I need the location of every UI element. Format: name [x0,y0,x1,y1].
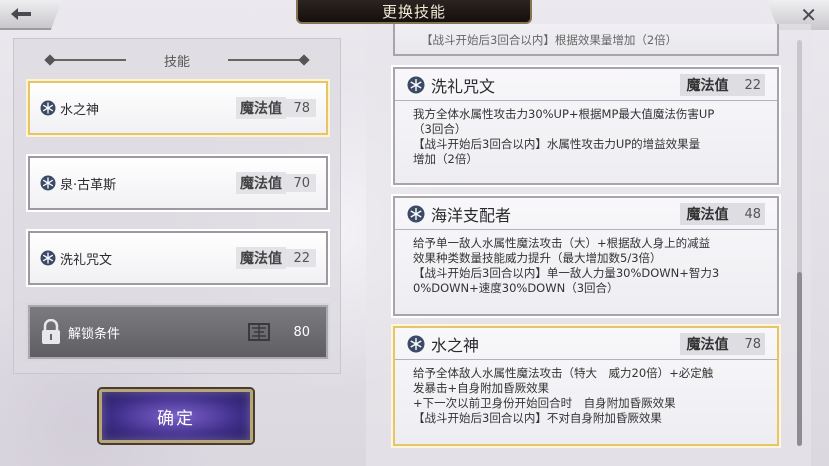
card-header: 水之神 魔法值 78 [395,328,777,360]
card-title: 水之神 [431,335,480,355]
card-mp: 魔法值 78 [680,332,765,355]
snowflake-icon [40,100,56,116]
mp-value: 22 [744,77,761,93]
lock-icon [42,319,60,344]
skill-slot-2[interactable]: 泉·古革斯 魔法值 70 [26,154,330,212]
locked-skill-slot[interactable]: 解锁条件 80 [26,303,330,361]
desc-line: 效果种类数量技能威力提升（最大增加数5/3倍） [413,251,662,265]
card-mp: 魔法值 48 [680,202,765,225]
snowflake-icon [40,175,56,191]
card-description: 给予全体敌人水属性魔法攻击（特大 威力20倍）+必定触 发暴击+自身附加昏厥效果… [395,360,777,432]
scroll-thumb[interactable] [797,272,802,446]
mp-label: 魔法值 [236,247,286,269]
card-mp: 魔法值 22 [680,73,765,96]
desc-line: 给予全体敌人水属性魔法攻击（特大 威力20倍）+必定触 [413,366,714,380]
desc-line: 【战斗开始后3回合以内】单一敌人力量30%DOWN+智力3 [413,266,720,280]
mp-label: 魔法值 [236,97,286,119]
desc-line: 增加（2倍） [413,152,478,166]
desc-line: 发暴击+自身附加昏厥效果 [413,381,550,395]
mp-value: 70 [286,174,316,192]
partial-card-text: 【战斗开始后3回合以内】根据效果量增加（2倍） [393,24,779,56]
mp-value: 22 [286,249,316,267]
skill-card-1[interactable]: 洗礼咒文 魔法值 22 我方全体水属性攻击力30%UP+根据MP最大值魔法伤害UP… [391,65,781,187]
desc-line: 【战斗开始后3回合以内】水属性攻击力UP的增益效果量 [413,137,701,151]
header-title: 更换技能 [296,0,532,24]
desc-line: 给予单一敌人水属性魔法攻击（大）+根据敌人身上的减益 [413,236,711,250]
title-decoration [228,59,304,61]
mp-value: 78 [744,336,761,352]
skill-detail-list[interactable]: 【战斗开始后3回合以内】根据效果量增加（2倍） 洗礼咒文 魔法值 22 我方全体水… [366,24,811,466]
skill-name: 泉·古革斯 [60,177,117,193]
snowflake-icon [407,76,425,94]
unlock-value: 80 [293,325,310,340]
skill-panel: 技能 水之神 魔法值 78 泉·古革斯 魔法值 70 洗礼咒文 魔法值 22 解… [13,38,341,374]
desc-line: 我方全体水属性攻击力30%UP+根据MP最大值魔法伤害UP [413,107,715,121]
back-arrow-icon [11,8,31,20]
snowflake-icon [40,250,56,266]
card-header: 洗礼咒文 魔法值 22 [395,69,777,101]
snowflake-icon [407,335,425,353]
scrollbar[interactable] [797,40,802,446]
skill-card-2[interactable]: 海洋支配者 魔法值 48 给予单一敌人水属性魔法攻击（大）+根据敌人身上的减益 效… [391,194,781,318]
skill-slot-3[interactable]: 洗礼咒文 魔法值 22 [26,229,330,287]
mp-value: 48 [744,206,761,222]
card-description: 我方全体水属性攻击力30%UP+根据MP最大值魔法伤害UP （3回合） 【战斗开… [395,101,777,173]
mp-label: 魔法值 [686,77,729,94]
mp-label: 魔法值 [686,206,729,223]
desc-line: 【战斗开始后3回合以内】不对自身附加昏厥效果 [413,411,662,425]
card-title: 洗礼咒文 [431,76,496,96]
desc-line: +下一次以前卫身份开始回合时 自身附加昏厥效果 [413,396,676,410]
mp-label: 魔法值 [236,172,286,194]
desc-line: （3回合） [413,122,467,136]
unlock-condition-label: 解锁条件 [68,326,121,342]
card-header: 海洋支配者 魔法值 48 [395,198,777,230]
mp-label: 魔法值 [686,336,729,353]
confirm-button[interactable]: 确定 [99,389,253,443]
skill-name: 水之神 [60,102,100,118]
skill-slot-1[interactable]: 水之神 魔法值 78 [26,79,330,137]
skill-name: 洗礼咒文 [60,252,113,268]
skill-card-3[interactable]: 水之神 魔法值 78 给予全体敌人水属性魔法攻击（特大 威力20倍）+必定触 发暴… [391,324,781,448]
desc-line: 0%DOWN+速度30%DOWN（3回合） [413,281,619,295]
mp-value: 78 [286,99,316,117]
card-description: 给予单一敌人水属性魔法攻击（大）+根据敌人身上的减益 效果种类数量技能威力提升（… [395,230,777,302]
card-title: 海洋支配者 [431,205,512,225]
snowflake-icon [407,205,425,223]
stamp-icon [248,323,270,341]
